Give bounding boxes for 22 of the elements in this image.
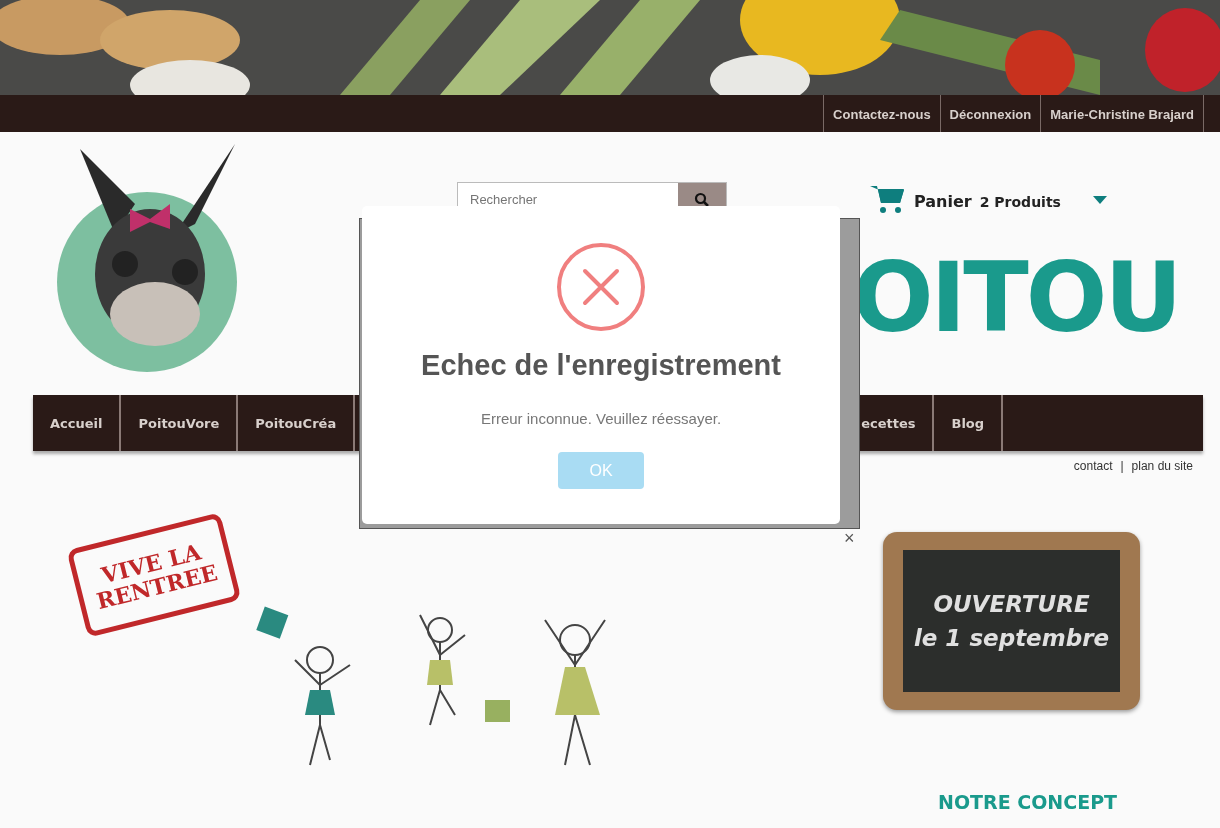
chalkboard-text: OUVERTURE xyxy=(933,589,1090,619)
footer-link[interactable]: contact xyxy=(1073,457,1113,475)
section-title: NOTRE CONCEPT xyxy=(938,790,1118,815)
chalkboard-text: le 1 septembre xyxy=(913,624,1110,653)
logo-text: OITOU xyxy=(852,250,1180,346)
cart-count: 2 Produits xyxy=(979,193,1061,212)
nav-link-item[interactable]: PoitouCréa xyxy=(238,395,356,451)
dialog-message: Erreur inconnue. Veuillez réessayer. xyxy=(480,408,722,429)
error-icon xyxy=(556,242,646,332)
nav-link-item[interactable]: Accueil xyxy=(33,395,122,451)
cart-label[interactable]: Panier xyxy=(914,190,972,214)
top-bar-link[interactable]: Déconnexion xyxy=(939,95,1041,132)
caret-icon[interactable] xyxy=(1092,196,1107,204)
cart-icon[interactable] xyxy=(870,184,906,214)
nav-link-item[interactable]: PoitouVore xyxy=(121,395,239,451)
top-bar-link[interactable]: Marie-Christine Brajard xyxy=(1040,95,1204,132)
top-bar-link[interactable]: Contactez-nous xyxy=(823,95,940,132)
separator: | xyxy=(1120,458,1124,475)
dialog-title: Echec de l'enregistrement xyxy=(421,348,781,383)
nav-link-item[interactable]: Blog xyxy=(934,395,1004,451)
footer-link[interactable]: plan du site xyxy=(1131,457,1193,475)
close-button[interactable]: × xyxy=(844,529,855,547)
